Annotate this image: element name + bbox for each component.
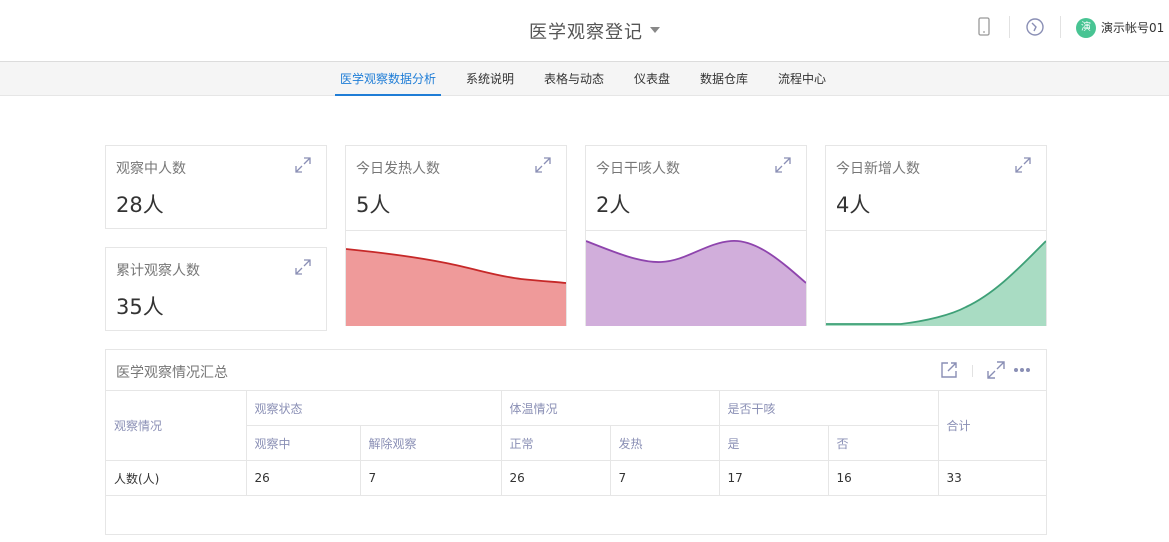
- stat-value: 4人: [836, 193, 871, 217]
- header-cough: 是否干咳: [718, 390, 939, 426]
- header-released: 解除观察: [359, 425, 502, 461]
- expand-icon[interactable]: [986, 360, 1006, 380]
- tab-medical-analysis[interactable]: 医学观察数据分析: [335, 62, 441, 96]
- header-normal: 正常: [500, 425, 611, 461]
- stat-card-cough: 今日干咳人数 2人: [585, 145, 807, 326]
- stat-value: 28人: [116, 193, 164, 217]
- tab-tables-dynamic[interactable]: 表格与动态: [538, 62, 610, 96]
- table-row: 人数(人) 26 7 26 7 17 16 33: [106, 460, 1047, 496]
- stat-value: 5人: [356, 193, 391, 217]
- header-no: 否: [827, 425, 939, 461]
- stat-label: 今日发热人数: [356, 161, 440, 177]
- new-trend-chart: [826, 230, 1046, 326]
- stat-label: 观察中人数: [116, 161, 186, 177]
- header-observe-status: 观察状态: [245, 390, 502, 426]
- table-header-row: 观察情况 观察状态 体温情况 是否干咳 合计: [106, 390, 1047, 461]
- header-total: 合计: [937, 390, 1047, 461]
- expand-icon[interactable]: [534, 156, 552, 174]
- summary-table: 观察情况 观察状态 体温情况 是否干咳 合计 观察中 解除观察 正常 发热 是 …: [106, 390, 1047, 496]
- tab-system-intro[interactable]: 系统说明: [460, 62, 520, 96]
- stat-card-new: 今日新增人数 4人: [825, 145, 1047, 326]
- header-observing: 观察中: [246, 425, 361, 461]
- header-yes: 是: [718, 425, 829, 461]
- panel-divider: [972, 365, 973, 377]
- stat-value: 2人: [596, 193, 631, 217]
- cell-no: 16: [827, 460, 939, 496]
- cell-row-label: 人数(人): [106, 460, 247, 496]
- stat-card-observing: 观察中人数 28人: [105, 145, 327, 229]
- compass-icon[interactable]: [1024, 16, 1046, 38]
- cell-released: 7: [359, 460, 502, 496]
- expand-icon[interactable]: [774, 156, 792, 174]
- cough-trend-chart: [586, 230, 806, 326]
- app-title[interactable]: 医学观察登记: [529, 18, 643, 44]
- cell-normal: 26: [500, 460, 611, 496]
- stat-value: 35人: [116, 295, 164, 319]
- tab-process-center[interactable]: 流程中心: [772, 62, 832, 96]
- stat-label: 累计观察人数: [116, 263, 200, 279]
- main-nav: 医学观察数据分析 系统说明 表格与动态 仪表盘 数据仓库 流程中心: [0, 62, 1169, 96]
- expand-icon[interactable]: [1014, 156, 1032, 174]
- summary-panel: 医学观察情况汇总 观察情况 观察状态 体温情况 是否干咳 合计 观察中 解除观察…: [105, 349, 1047, 535]
- stat-label: 今日干咳人数: [596, 161, 680, 177]
- mobile-icon[interactable]: [973, 16, 995, 38]
- table-subheader-row: 观察中 解除观察 正常 发热 是 否: [106, 425, 1046, 461]
- stat-card-fever: 今日发热人数 5人: [345, 145, 567, 326]
- header-fever: 发热: [609, 425, 720, 461]
- new-area: [826, 241, 1046, 326]
- fever-trend-chart: [346, 230, 566, 326]
- header-divider: [1060, 16, 1061, 38]
- header-temperature: 体温情况: [500, 390, 720, 426]
- panel-title: 医学观察情况汇总: [116, 365, 228, 381]
- stat-card-total: 累计观察人数 35人: [105, 247, 327, 331]
- stat-label: 今日新增人数: [836, 161, 920, 177]
- cell-observing: 26: [245, 460, 361, 496]
- expand-icon[interactable]: [294, 156, 312, 174]
- external-link-icon[interactable]: [939, 360, 959, 380]
- cell-total: 33: [937, 460, 1047, 496]
- header-divider: [1009, 16, 1010, 38]
- chevron-down-icon[interactable]: [650, 27, 660, 33]
- expand-icon[interactable]: [294, 258, 312, 276]
- tab-dashboard[interactable]: 仪表盘: [628, 62, 676, 96]
- header-row-label: 观察情况: [106, 390, 247, 461]
- tab-data-warehouse[interactable]: 数据仓库: [694, 62, 754, 96]
- more-icon[interactable]: [1012, 360, 1032, 380]
- cell-fever: 7: [609, 460, 720, 496]
- avatar[interactable]: 演: [1076, 18, 1096, 38]
- app-header: 医学观察登记 演 演示帐号01: [0, 0, 1169, 62]
- user-name[interactable]: 演示帐号01: [1101, 19, 1164, 36]
- cell-yes: 17: [718, 460, 829, 496]
- fever-area: [346, 249, 566, 326]
